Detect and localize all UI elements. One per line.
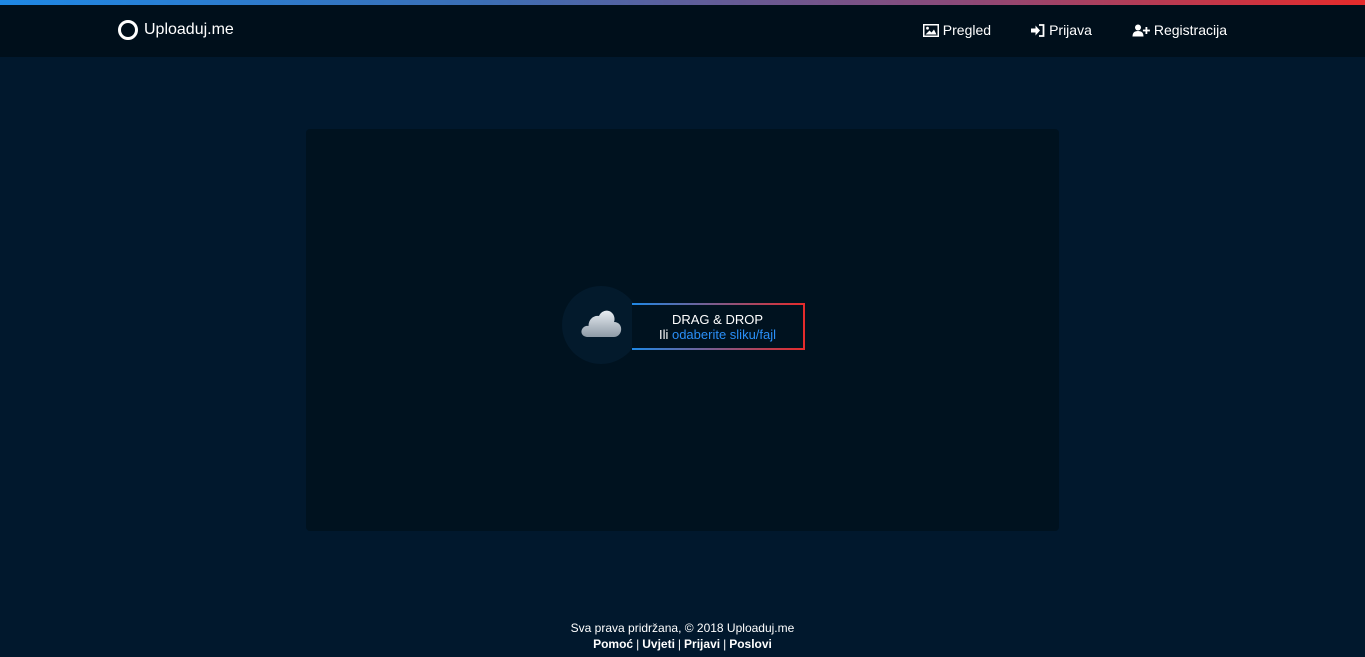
user-plus-icon: [1132, 24, 1150, 37]
sign-in-icon: [1031, 23, 1045, 37]
nav-item-registracija[interactable]: Registracija: [1132, 22, 1227, 38]
brand-logo-link[interactable]: Uploaduj.me: [118, 19, 234, 41]
nav-item-pregled[interactable]: Pregled: [922, 22, 992, 38]
or-text: Ili: [658, 326, 669, 342]
cloud-icon: [579, 307, 623, 344]
ring-logo-icon: [118, 20, 138, 40]
footer-link-poslovi[interactable]: Poslovi: [729, 637, 772, 651]
select-file-link[interactable]: odaberite sliku/fajl: [672, 327, 776, 342]
cloud-badge: [562, 286, 640, 364]
footer-links: Pomoć | Uvjeti | Prijavi | Poslovi: [0, 636, 1365, 652]
footer-separator: |: [723, 637, 727, 651]
select-file-line: Ili odaberite sliku/fajl: [659, 327, 776, 342]
copyright-text: Sva prava pridržana, © 2018 Uploaduj.me: [570, 621, 795, 635]
footer-link-prijavi[interactable]: Prijavi: [684, 637, 720, 651]
image-icon: [922, 23, 939, 37]
nav-links: Pregled Prijava Registracija: [922, 19, 1227, 41]
nav-item-prijava[interactable]: Prijava: [1031, 22, 1092, 38]
footer-separator: |: [677, 637, 682, 651]
nav-label-pregled: Pregled: [942, 22, 992, 38]
drop-instruction-box[interactable]: DRAG & DROP Ili odaberite sliku/fajl: [632, 303, 805, 350]
nav-label-prijava: Prijava: [1049, 22, 1092, 38]
brand-name: Uploaduj.me: [144, 21, 234, 38]
footer-link-uvjeti[interactable]: Uvjeti: [642, 637, 675, 651]
footer-link-pomoc[interactable]: Pomoć: [593, 637, 633, 651]
upload-dropzone[interactable]: DRAG & DROP Ili odaberite sliku/fajl: [306, 129, 1059, 531]
drag-drop-title: DRAG & DROP: [671, 311, 763, 327]
footer: Sva prava pridržana, © 2018 Uploaduj.me …: [0, 620, 1365, 652]
nav-label-registracija: Registracija: [1153, 22, 1227, 38]
navbar: Uploaduj.me Pregled Prijava Registracija: [0, 5, 1365, 57]
footer-separator: |: [636, 637, 640, 651]
